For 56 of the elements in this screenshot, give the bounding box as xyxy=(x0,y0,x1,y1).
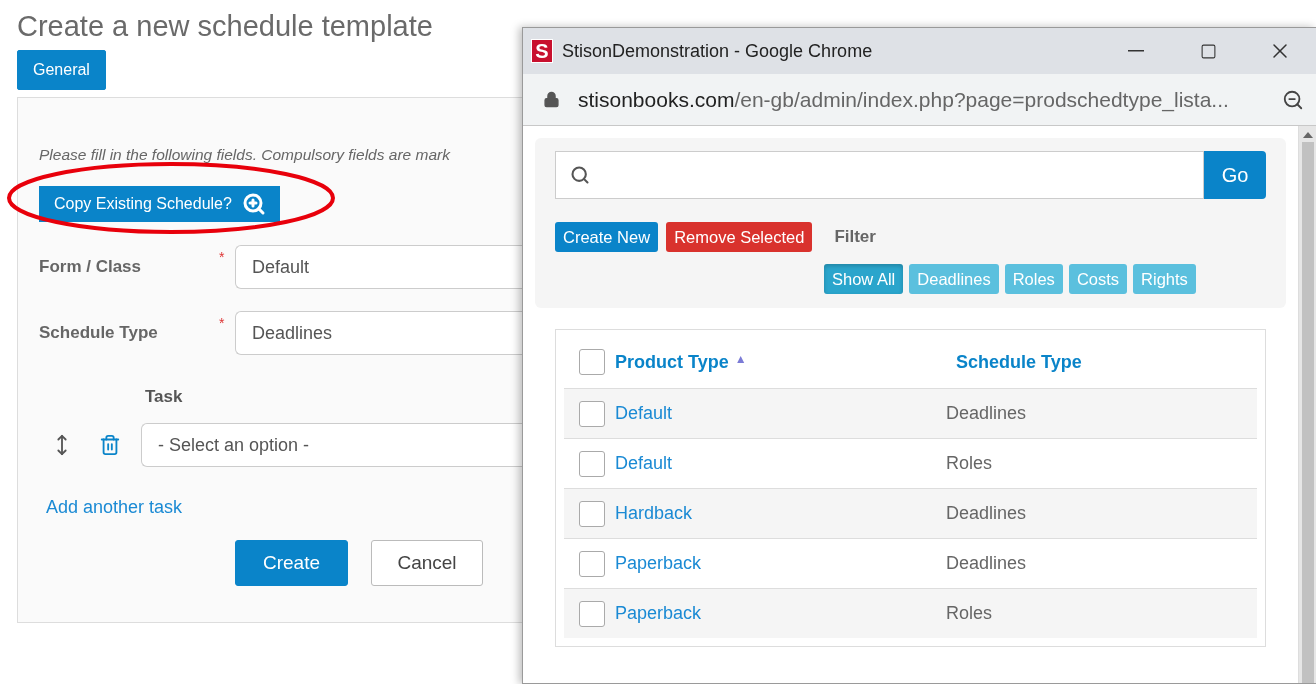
filter-chip[interactable]: Deadlines xyxy=(909,264,999,294)
required-mark: * xyxy=(219,249,225,265)
product-type-link[interactable]: Paperback xyxy=(615,603,702,624)
row-checkbox[interactable] xyxy=(579,600,605,627)
column-header[interactable]: Schedule Type xyxy=(956,351,1082,373)
zoom-out-icon[interactable] xyxy=(1282,88,1304,111)
row-checkbox[interactable] xyxy=(579,500,605,527)
lock-icon xyxy=(543,91,560,108)
product-type-link[interactable]: Default xyxy=(615,403,673,424)
row-checkbox[interactable] xyxy=(579,450,605,477)
cancel-button[interactable]: Cancel xyxy=(371,540,483,586)
table-cell: Deadlines xyxy=(946,553,1027,574)
table-cell: Roles xyxy=(946,603,993,624)
field-label: Schedule Type xyxy=(39,323,159,343)
sort-icon: ▲ xyxy=(734,352,747,366)
zoom-in-icon xyxy=(241,192,266,216)
scrollbar[interactable] xyxy=(1298,126,1316,683)
task-label: Task xyxy=(145,387,184,407)
filter-label: Filter xyxy=(834,227,876,247)
add-task-link[interactable]: Add another task xyxy=(46,497,183,518)
select-all-checkbox[interactable] xyxy=(579,349,605,375)
instructions-text: Please fill in the following fields. Compulsory fields are mark xyxy=(39,146,452,164)
filter-chip[interactable]: Rights xyxy=(1133,264,1196,294)
product-type-link[interactable]: Default xyxy=(615,453,673,474)
column-header[interactable]: Product Type xyxy=(615,351,729,373)
app-logo: S xyxy=(531,39,553,63)
filter-chip[interactable]: Costs xyxy=(1068,264,1128,294)
create-new-button[interactable]: Create New xyxy=(555,222,659,252)
row-checkbox[interactable] xyxy=(579,400,605,427)
general-tab[interactable]: General xyxy=(17,50,106,90)
window-title: StisonDemonstration - Google Chrome xyxy=(562,40,874,62)
scroll-up-icon[interactable] xyxy=(1302,132,1313,138)
select-field[interactable]: Default xyxy=(235,245,522,289)
product-type-link[interactable]: Hardback xyxy=(615,503,693,524)
filter-chip[interactable]: Show All xyxy=(824,264,904,294)
select-field[interactable]: Deadlines xyxy=(235,311,522,355)
table-cell: Roles xyxy=(946,453,993,474)
required-mark: * xyxy=(219,315,225,331)
delete-icon[interactable] xyxy=(99,434,121,456)
remove-button[interactable]: Remove Selected xyxy=(666,222,813,252)
search-icon xyxy=(570,165,590,185)
page-title: Create a new schedule template xyxy=(17,9,434,44)
search-field[interactable] xyxy=(555,151,1204,199)
filter-chip[interactable]: Roles xyxy=(1004,264,1063,294)
url-text[interactable]: stisonbooks.com/en-gb/admin/index.php?page=prodschedtype_lista... xyxy=(578,87,1264,112)
maximize-icon xyxy=(1199,42,1217,60)
row-checkbox[interactable] xyxy=(579,550,605,577)
minimize-icon xyxy=(1128,50,1144,52)
go-button[interactable]: Go xyxy=(1204,151,1266,199)
table-cell: Deadlines xyxy=(946,403,1027,424)
product-type-link[interactable]: Paperback xyxy=(615,553,702,574)
create-button[interactable]: Create xyxy=(235,540,348,586)
table-cell: Deadlines xyxy=(946,503,1027,524)
task-select[interactable]: - Select an option - xyxy=(141,423,522,467)
field-label: Form / Class xyxy=(39,257,143,277)
copy-schedule-button[interactable]: Copy Existing Schedule? xyxy=(39,186,280,222)
